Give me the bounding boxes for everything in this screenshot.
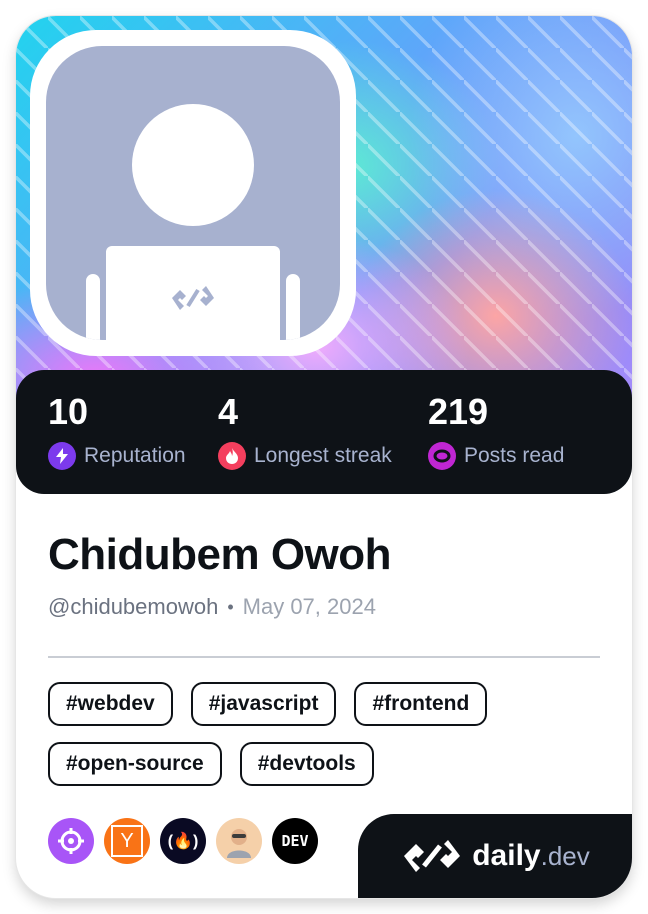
tag-webdev[interactable]: #webdev <box>48 682 173 726</box>
freecodecamp-icon[interactable]: (🔥) <box>160 818 206 864</box>
freecodecamp-glyph: (🔥) <box>167 833 199 850</box>
stat-longest-streak: 4 Longest streak <box>218 392 392 470</box>
posts-read-label: Posts read <box>464 444 565 467</box>
stats-bar: 10 Reputation 4 Longest streak 219 Posts… <box>16 370 632 494</box>
cover-background <box>16 16 632 416</box>
tag-javascript[interactable]: #javascript <box>190 682 337 726</box>
source-list: Y (🔥) DEV <box>48 818 318 864</box>
brand-word: daily <box>472 839 541 872</box>
meta-separator: • <box>227 596 234 617</box>
avatar-arm-right <box>286 274 300 340</box>
y-letter-icon[interactable]: Y <box>104 818 150 864</box>
eye-icon <box>428 442 456 470</box>
brand-suffix: .dev <box>540 840 590 871</box>
stat-posts-read: 219 Posts read <box>428 392 564 470</box>
avatar-head <box>132 104 254 226</box>
stat-reputation: 10 Reputation <box>48 392 186 470</box>
posts-read-value: 219 <box>428 391 489 432</box>
profile-card: 10 Reputation 4 Longest streak 219 Posts… <box>16 16 632 898</box>
dev-logo-icon[interactable]: DEV <box>272 818 318 864</box>
avatar-source-icon[interactable] <box>216 818 262 864</box>
profile-name: Chidubem Owoh <box>48 530 392 579</box>
daily-dev-logo-icon <box>172 286 214 310</box>
daily-dev-brand[interactable]: daily .dev <box>358 814 632 898</box>
divider <box>48 656 600 658</box>
reputation-label: Reputation <box>84 444 186 467</box>
profile-handle[interactable]: @chidubemowoh <box>48 594 218 620</box>
tag-list: #webdev #javascript #frontend #open-sour… <box>48 682 608 786</box>
flame-icon <box>218 442 246 470</box>
join-date: May 07, 2024 <box>242 594 376 619</box>
streak-value: 4 <box>218 391 239 432</box>
bolt-icon <box>48 442 76 470</box>
profile-meta: @chidubemowoh • May 07, 2024 <box>48 594 376 620</box>
target-icon[interactable] <box>48 818 94 864</box>
reputation-value: 10 <box>48 391 89 432</box>
tag-frontend[interactable]: #frontend <box>354 682 488 726</box>
tag-open-source[interactable]: #open-source <box>48 742 222 786</box>
avatar[interactable] <box>46 46 340 340</box>
dev-logo-text: DEV <box>281 832 309 850</box>
streak-label: Longest streak <box>254 444 392 467</box>
daily-dev-mark-icon <box>404 840 461 872</box>
tag-devtools[interactable]: #devtools <box>239 742 374 786</box>
avatar-arm-left <box>86 274 100 340</box>
y-letter: Y <box>111 825 143 857</box>
